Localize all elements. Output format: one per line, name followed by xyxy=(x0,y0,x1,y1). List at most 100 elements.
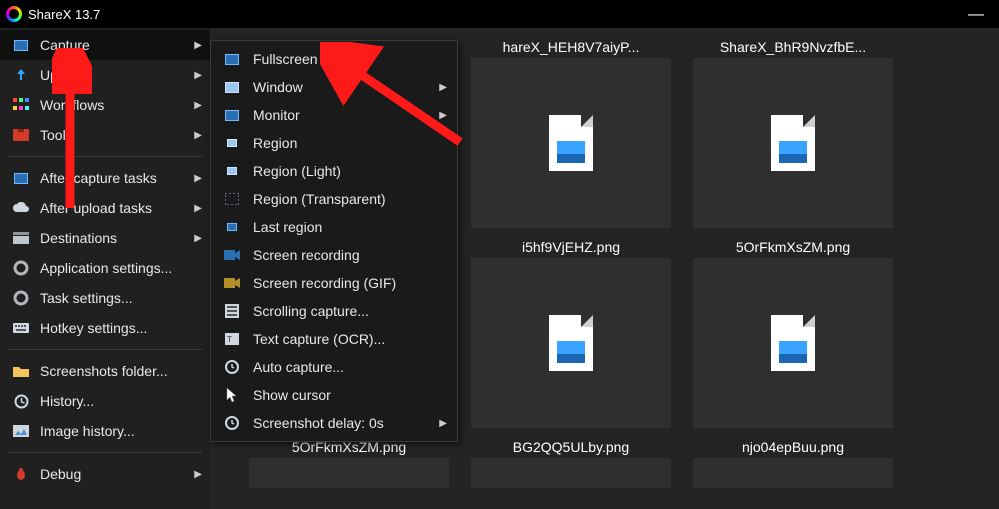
image-file-icon xyxy=(549,315,593,371)
sidebar-item-tools[interactable]: Tools ▶ xyxy=(0,120,210,150)
menu-item-ocr[interactable]: T Text capture (OCR)... xyxy=(211,325,457,353)
chevron-right-icon: ▶ xyxy=(194,173,202,184)
window-title: ShareX 13.7 xyxy=(28,7,100,22)
thumbnail[interactable]: njo04epBuu.png xyxy=(688,436,898,488)
sidebar-item-upload[interactable]: Upload ▶ xyxy=(0,60,210,90)
thumbnail[interactable]: ShareX_BhR9NvzfbE... xyxy=(688,36,898,228)
sidebar-item-hotkey-settings[interactable]: Hotkey settings... xyxy=(0,313,210,343)
chevron-right-icon: ▶ xyxy=(194,203,202,214)
sidebar-item-label: After upload tasks xyxy=(40,200,152,216)
menu-item-label: Monitor xyxy=(253,107,300,123)
menu-item-region-light[interactable]: Region (Light) xyxy=(211,157,457,185)
monitor-icon xyxy=(12,36,30,54)
thumbnail-tile xyxy=(249,458,449,488)
sidebar-item-destinations[interactable]: Destinations ▶ xyxy=(0,223,210,253)
record-icon xyxy=(221,274,243,292)
thumbnail-tile xyxy=(471,458,671,488)
sidebar-item-workflows[interactable]: Workflows ▶ xyxy=(0,90,210,120)
sidebar-item-task-settings[interactable]: Task settings... xyxy=(0,283,210,313)
scroll-icon xyxy=(221,302,243,320)
divider xyxy=(8,156,202,157)
thumbnail-caption: ShareX_BhR9NvzfbE... xyxy=(688,36,898,58)
menu-item-label: Window xyxy=(253,79,303,95)
menu-item-window[interactable]: Window ▶ xyxy=(211,73,457,101)
menu-item-screen-recording-gif[interactable]: Screen recording (GIF) xyxy=(211,269,457,297)
menu-item-label: Region xyxy=(253,135,297,151)
sidebar-item-app-settings[interactable]: Application settings... xyxy=(0,253,210,283)
menu-item-auto-capture[interactable]: Auto capture... xyxy=(211,353,457,381)
thumbnail-caption: njo04epBuu.png xyxy=(688,436,898,458)
divider xyxy=(8,452,202,453)
thumbnail[interactable]: 5OrFkmXsZM.png xyxy=(244,436,454,488)
sidebar-item-label: Debug xyxy=(40,466,81,482)
minimize-button[interactable]: — xyxy=(961,6,991,24)
menu-item-scrolling-capture[interactable]: Scrolling capture... xyxy=(211,297,457,325)
thumbnail-caption: i5hf9VjEHZ.png xyxy=(466,236,676,258)
menu-item-screenshot-delay[interactable]: Screenshot delay: 0s ▶ xyxy=(211,409,457,437)
chevron-right-icon: ▶ xyxy=(194,70,202,81)
chevron-right-icon: ▶ xyxy=(194,469,202,480)
region-icon xyxy=(221,134,243,152)
thumbnail-tile xyxy=(471,58,671,228)
region-icon xyxy=(221,162,243,180)
sidebar-item-label: Task settings... xyxy=(40,290,133,306)
cloud-icon xyxy=(12,199,30,217)
capture-submenu: Fullscreen Window ▶ Monitor ▶ Region Reg… xyxy=(210,40,458,442)
thumbnail[interactable]: hareX_HEH8V7aiyP... xyxy=(466,36,676,228)
sidebar-item-label: Upload xyxy=(40,67,84,83)
menu-item-label: Text capture (OCR)... xyxy=(253,331,385,347)
image-file-icon xyxy=(771,115,815,171)
record-icon xyxy=(221,246,243,264)
thumbnail[interactable]: i5hf9VjEHZ.png xyxy=(466,236,676,428)
sidebar-item-screenshots-folder[interactable]: Screenshots folder... xyxy=(0,356,210,386)
sidebar-item-label: Screenshots folder... xyxy=(40,363,168,379)
menu-item-label: Show cursor xyxy=(253,387,331,403)
sidebar-item-label: Application settings... xyxy=(40,260,172,276)
chevron-right-icon: ▶ xyxy=(194,40,202,51)
menu-item-monitor[interactable]: Monitor ▶ xyxy=(211,101,457,129)
menu-item-region[interactable]: Region xyxy=(211,129,457,157)
chevron-right-icon: ▶ xyxy=(439,418,447,429)
thumbnail-caption: 5OrFkmXsZM.png xyxy=(688,236,898,258)
thumbnail[interactable]: 5OrFkmXsZM.png xyxy=(688,236,898,428)
drive-icon xyxy=(12,229,30,247)
app-icon xyxy=(6,6,22,22)
menu-item-last-region[interactable]: Last region xyxy=(211,213,457,241)
ocr-icon: T xyxy=(221,330,243,348)
clock-icon xyxy=(12,392,30,410)
sidebar: Capture ▶ Upload ▶ Workflows ▶ xyxy=(0,28,210,509)
toolbox-icon xyxy=(12,126,30,144)
menu-item-show-cursor[interactable]: Show cursor xyxy=(211,381,457,409)
menu-item-label: Auto capture... xyxy=(253,359,344,375)
menu-item-label: Fullscreen xyxy=(253,51,318,67)
menu-item-label: Last region xyxy=(253,219,322,235)
thumbnail-tile xyxy=(693,58,893,228)
sidebar-item-history[interactable]: History... xyxy=(0,386,210,416)
sidebar-item-label: Workflows xyxy=(40,97,104,113)
sidebar-item-image-history[interactable]: Image history... xyxy=(0,416,210,446)
thumbnail-tile xyxy=(693,458,893,488)
menu-item-region-transparent[interactable]: Region (Transparent) xyxy=(211,185,457,213)
cursor-icon xyxy=(221,386,243,404)
sidebar-item-capture[interactable]: Capture ▶ xyxy=(0,30,210,60)
monitor-icon xyxy=(221,106,243,124)
image-icon xyxy=(12,422,30,440)
sidebar-item-debug[interactable]: Debug ▶ xyxy=(0,459,210,489)
chevron-right-icon: ▶ xyxy=(194,130,202,141)
menu-item-fullscreen[interactable]: Fullscreen xyxy=(211,45,457,73)
chevron-right-icon: ▶ xyxy=(194,100,202,111)
image-file-icon xyxy=(549,115,593,171)
thumbnail[interactable]: BG2QQ5ULby.png xyxy=(466,436,676,488)
sidebar-item-label: After capture tasks xyxy=(40,170,157,186)
menu-item-label: Screenshot delay: 0s xyxy=(253,415,384,431)
sidebar-item-after-upload[interactable]: After upload tasks ▶ xyxy=(0,193,210,223)
menu-item-screen-recording[interactable]: Screen recording xyxy=(211,241,457,269)
menu-item-label: Scrolling capture... xyxy=(253,303,369,319)
menu-item-label: Screen recording (GIF) xyxy=(253,275,396,291)
sidebar-item-label: Capture xyxy=(40,37,90,53)
sidebar-item-label: Hotkey settings... xyxy=(40,320,147,336)
thumbnail-tile xyxy=(693,258,893,428)
sidebar-item-label: Tools xyxy=(40,127,73,143)
region-icon xyxy=(221,218,243,236)
sidebar-item-after-capture[interactable]: After capture tasks ▶ xyxy=(0,163,210,193)
